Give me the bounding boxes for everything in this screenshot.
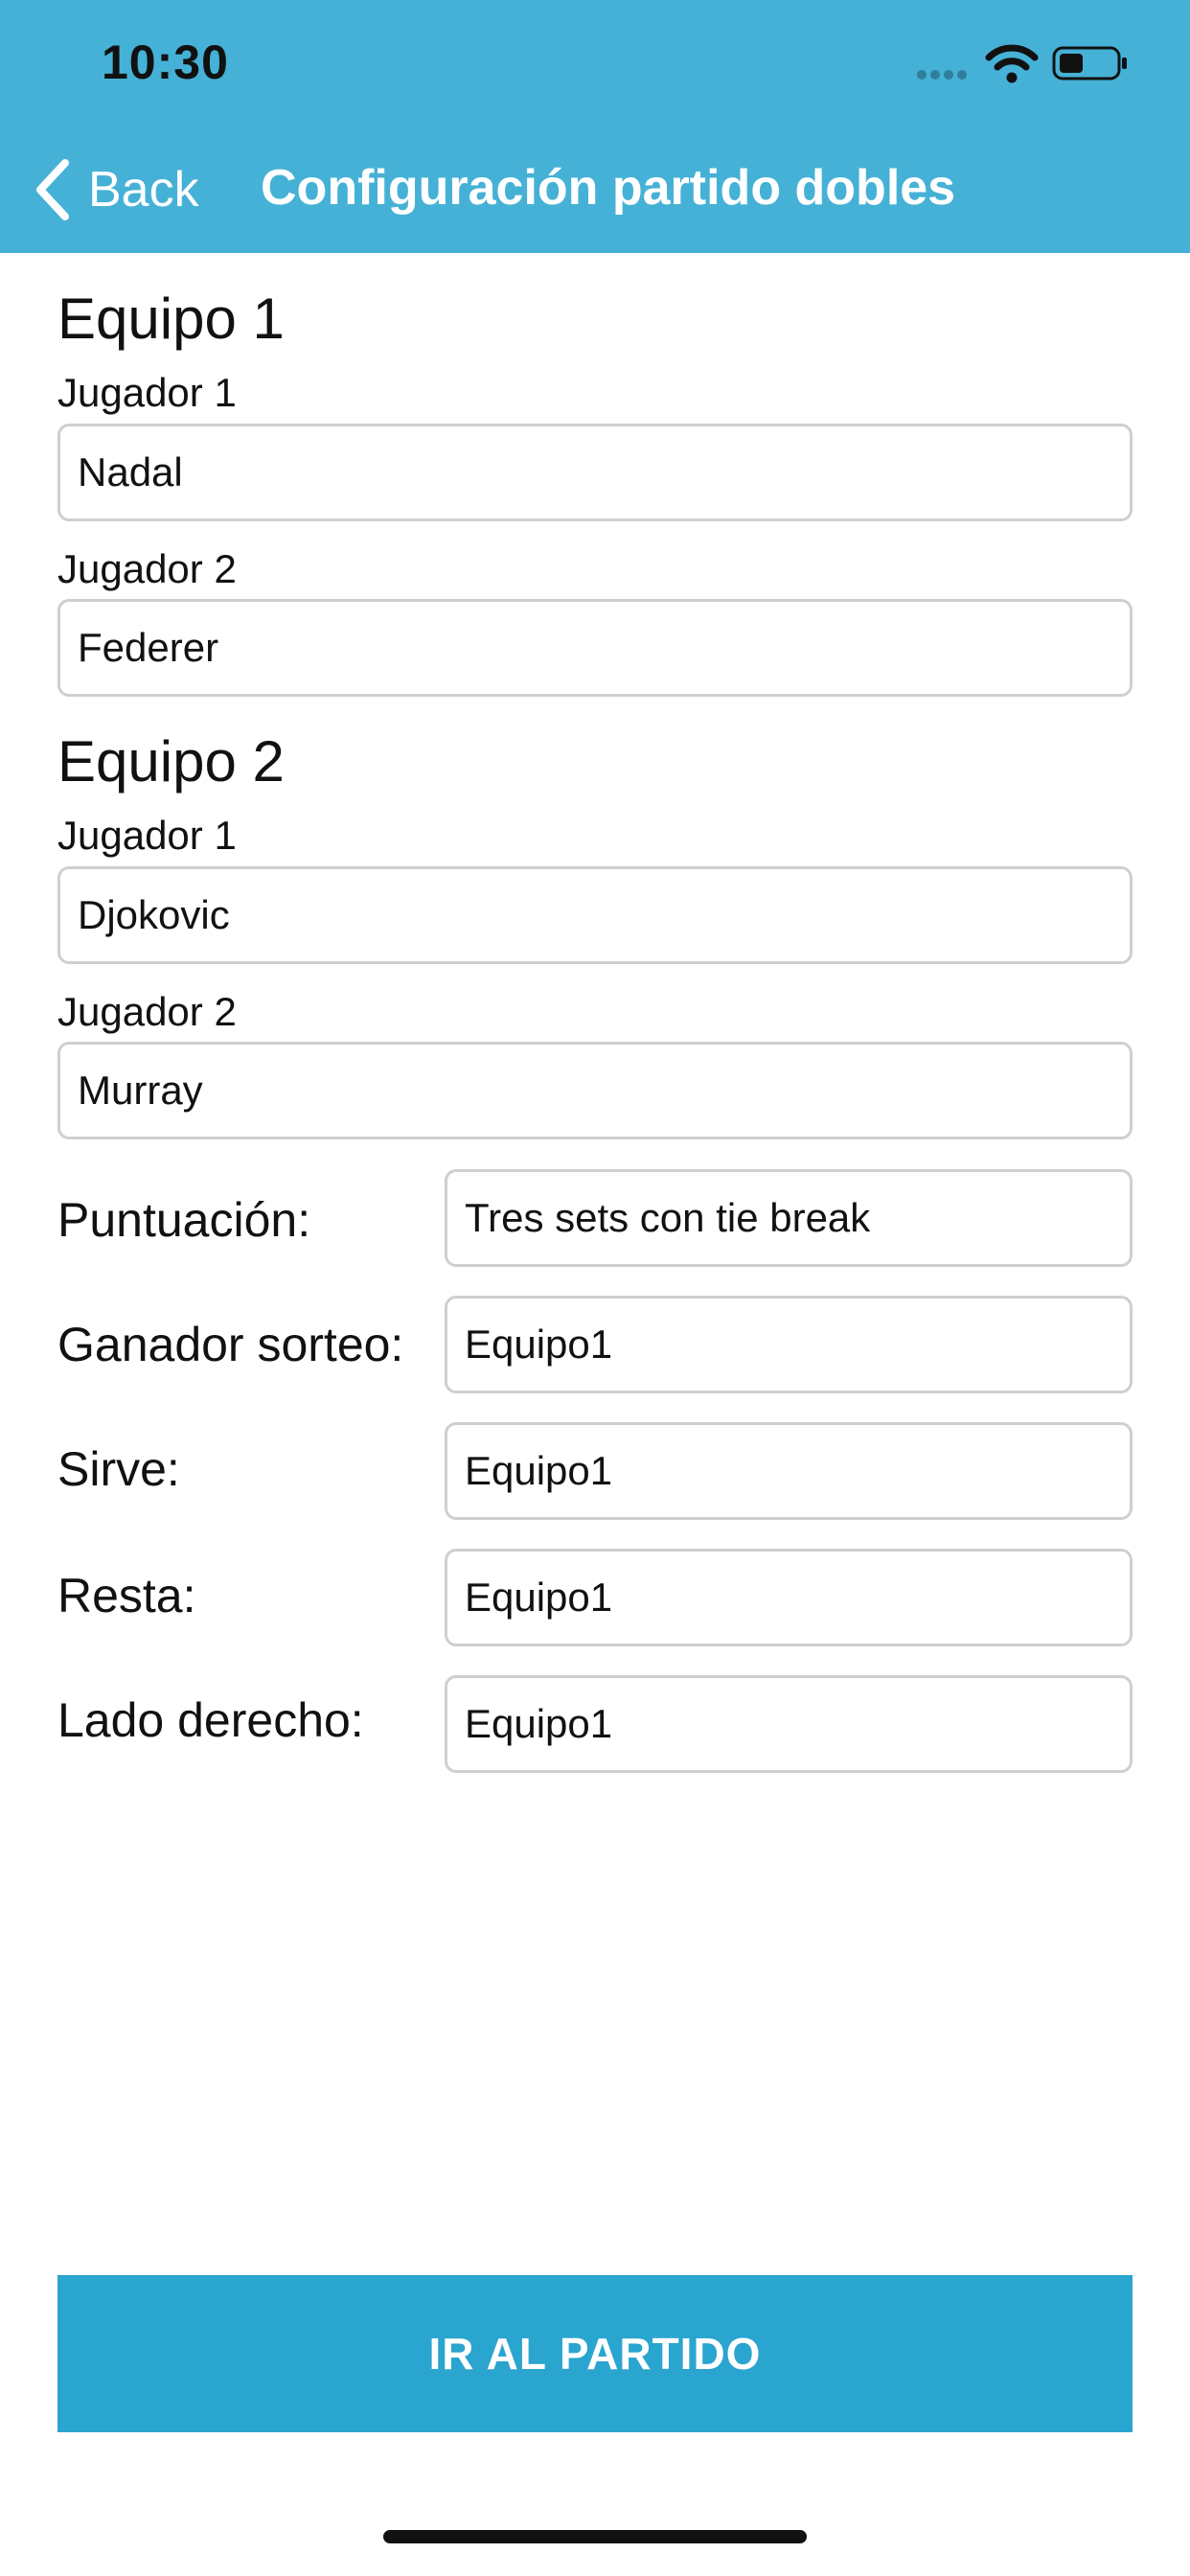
- scoring-label: Puntuación:: [57, 1193, 311, 1247]
- receive-input[interactable]: [445, 1549, 1133, 1646]
- back-button[interactable]: Back: [33, 153, 199, 226]
- serve-label: Sirve:: [57, 1442, 180, 1496]
- right-side-label: Lado derecho:: [57, 1693, 364, 1747]
- team2-player1-input[interactable]: [57, 866, 1133, 964]
- team1-player1-input[interactable]: [57, 424, 1133, 521]
- team2-player1-label: Jugador 1: [57, 813, 237, 858]
- team1-player2-input[interactable]: [57, 599, 1133, 697]
- navigation-header: 10:30 Back Configuración partido dobles: [0, 0, 1190, 253]
- wifi-icon: [985, 44, 1039, 83]
- chevron-left-icon: [36, 159, 69, 220]
- status-time: 10:30: [102, 35, 229, 89]
- team1-title: Equipo 1: [57, 287, 285, 351]
- back-label: Back: [88, 162, 199, 218]
- battery-icon: [1052, 46, 1127, 80]
- go-to-match-button[interactable]: IR AL PARTIDO: [57, 2275, 1133, 2432]
- toss-winner-label: Ganador sorteo:: [57, 1318, 404, 1371]
- page-title: Configuración partido dobles: [261, 160, 956, 216]
- team1-player1-label: Jugador 1: [57, 370, 237, 415]
- signal-dots-icon: [917, 70, 967, 80]
- home-indicator[interactable]: [383, 2530, 807, 2543]
- team2-title: Equipo 2: [57, 729, 285, 794]
- team1-player2-label: Jugador 2: [57, 546, 237, 591]
- receive-label: Resta:: [57, 1569, 196, 1622]
- scoring-input[interactable]: [445, 1169, 1133, 1267]
- serve-input[interactable]: [445, 1422, 1133, 1520]
- toss-winner-input[interactable]: [445, 1296, 1133, 1393]
- team2-player2-input[interactable]: [57, 1042, 1133, 1139]
- right-side-input[interactable]: [445, 1675, 1133, 1773]
- team2-player2-label: Jugador 2: [57, 989, 237, 1034]
